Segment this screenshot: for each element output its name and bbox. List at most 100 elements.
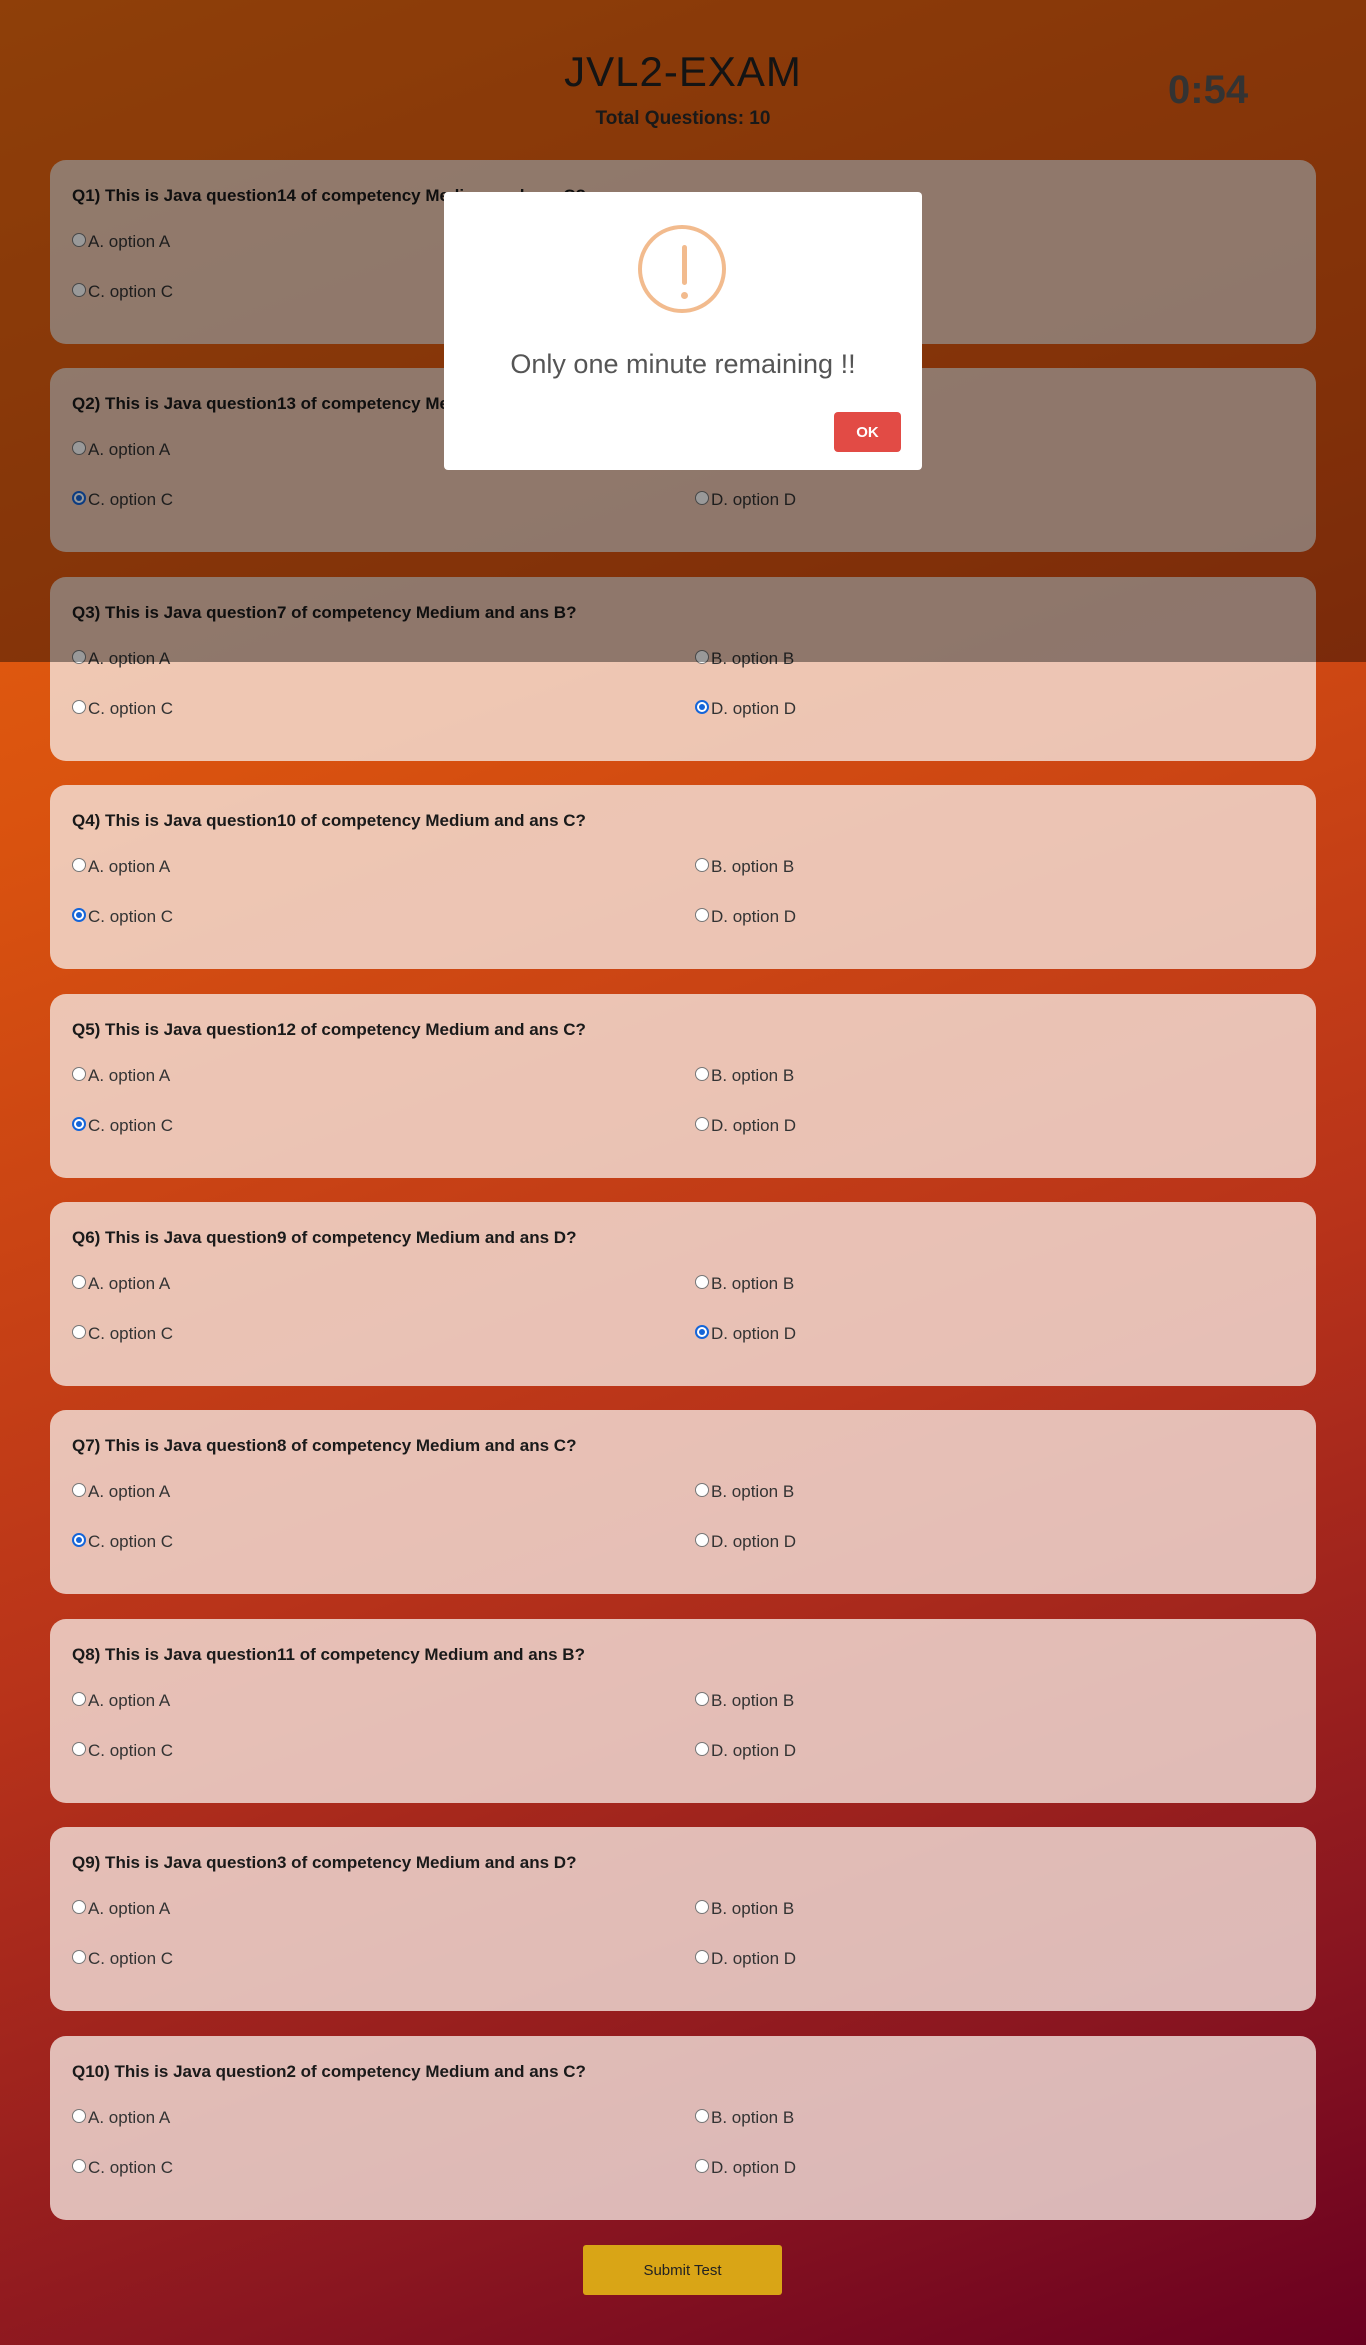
option-label: D. option D xyxy=(711,2158,797,2177)
option-label: A. option A xyxy=(88,1691,171,1710)
option-label: C. option C xyxy=(88,1532,174,1551)
warning-icon xyxy=(638,225,726,313)
answer-option[interactable]: C. option C xyxy=(72,1532,173,1552)
answer-option[interactable]: C. option C xyxy=(72,1741,173,1761)
radio-button[interactable] xyxy=(695,858,709,872)
option-label: D. option D xyxy=(711,1324,797,1343)
option-label: B. option B xyxy=(711,1691,795,1710)
radio-button[interactable] xyxy=(72,1692,86,1706)
answer-option[interactable]: A. option A xyxy=(72,1482,170,1502)
option-label: B. option B xyxy=(711,857,795,876)
answer-option[interactable]: B. option B xyxy=(695,1274,794,1294)
answer-option[interactable]: A. option A xyxy=(72,857,170,877)
option-label: A. option A xyxy=(88,1274,171,1293)
option-label: C. option C xyxy=(88,699,174,718)
option-label: D. option D xyxy=(711,1116,797,1135)
radio-button[interactable] xyxy=(72,700,86,714)
radio-button[interactable] xyxy=(72,1275,86,1289)
radio-button[interactable] xyxy=(695,2159,709,2173)
radio-button[interactable] xyxy=(695,1692,709,1706)
radio-button[interactable] xyxy=(695,1483,709,1497)
alert-dialog: Only one minute remaining !! OK xyxy=(444,192,922,470)
radio-button[interactable] xyxy=(695,1950,709,1964)
option-label: C. option C xyxy=(88,1116,174,1135)
option-label: A. option A xyxy=(88,1066,171,1085)
answer-option[interactable]: C. option C xyxy=(72,1116,173,1136)
question-text: Q8) This is Java question11 of competenc… xyxy=(72,1645,585,1664)
radio-button[interactable] xyxy=(695,908,709,922)
option-label: B. option B xyxy=(711,2108,795,2127)
answer-option[interactable]: D. option D xyxy=(695,1324,796,1344)
submit-test-button[interactable]: Submit Test xyxy=(583,2245,782,2295)
radio-button[interactable] xyxy=(695,1325,709,1339)
answer-option[interactable]: D. option D xyxy=(695,1532,796,1552)
answer-option[interactable]: C. option C xyxy=(72,907,173,927)
option-label: D. option D xyxy=(711,1741,797,1760)
answer-option[interactable]: B. option B xyxy=(695,1691,794,1711)
answer-option[interactable]: B. option B xyxy=(695,1482,794,1502)
radio-button[interactable] xyxy=(72,1325,86,1339)
question-text: Q7) This is Java question8 of competency… xyxy=(72,1436,577,1455)
radio-button[interactable] xyxy=(72,1533,86,1547)
question-text: Q5) This is Java question12 of competenc… xyxy=(72,1020,586,1039)
option-label: A. option A xyxy=(88,1482,171,1501)
answer-option[interactable]: C. option C xyxy=(72,699,173,719)
answer-option[interactable]: C. option C xyxy=(72,1324,173,1344)
radio-button[interactable] xyxy=(695,700,709,714)
ok-button[interactable]: OK xyxy=(834,412,901,452)
question-card: Q10) This is Java question2 of competenc… xyxy=(50,2036,1316,2220)
radio-button[interactable] xyxy=(72,1950,86,1964)
answer-option[interactable]: C. option C xyxy=(72,1949,173,1969)
option-label: B. option B xyxy=(711,1899,795,1918)
answer-option[interactable]: D. option D xyxy=(695,1949,796,1969)
question-card: Q8) This is Java question11 of competenc… xyxy=(50,1619,1316,1803)
radio-button[interactable] xyxy=(695,1275,709,1289)
radio-button[interactable] xyxy=(72,858,86,872)
answer-option[interactable]: A. option A xyxy=(72,1899,170,1919)
option-label: B. option B xyxy=(711,1274,795,1293)
radio-button[interactable] xyxy=(72,908,86,922)
question-text: Q9) This is Java question3 of competency… xyxy=(72,1853,577,1872)
radio-button[interactable] xyxy=(72,2159,86,2173)
radio-button[interactable] xyxy=(72,1483,86,1497)
radio-button[interactable] xyxy=(72,1117,86,1131)
answer-option[interactable]: D. option D xyxy=(695,699,796,719)
question-card: Q9) This is Java question3 of competency… xyxy=(50,1827,1316,2011)
option-label: C. option C xyxy=(88,1324,174,1343)
radio-button[interactable] xyxy=(72,1067,86,1081)
answer-option[interactable]: D. option D xyxy=(695,907,796,927)
radio-button[interactable] xyxy=(695,1900,709,1914)
option-label: D. option D xyxy=(711,1532,797,1551)
question-card: Q6) This is Java question9 of competency… xyxy=(50,1202,1316,1386)
question-card: Q4) This is Java question10 of competenc… xyxy=(50,785,1316,969)
answer-option[interactable]: A. option A xyxy=(72,1691,170,1711)
radio-button[interactable] xyxy=(695,1117,709,1131)
radio-button[interactable] xyxy=(695,1533,709,1547)
question-text: Q6) This is Java question9 of competency… xyxy=(72,1228,577,1247)
option-label: D. option D xyxy=(711,907,797,926)
option-label: D. option D xyxy=(711,699,797,718)
answer-option[interactable]: D. option D xyxy=(695,1116,796,1136)
radio-button[interactable] xyxy=(695,2109,709,2123)
radio-button[interactable] xyxy=(695,1742,709,1756)
question-text: Q10) This is Java question2 of competenc… xyxy=(72,2062,586,2081)
answer-option[interactable]: B. option B xyxy=(695,1066,794,1086)
option-label: D. option D xyxy=(711,1949,797,1968)
answer-option[interactable]: D. option D xyxy=(695,2158,796,2178)
option-label: C. option C xyxy=(88,1741,174,1760)
answer-option[interactable]: A. option A xyxy=(72,1066,170,1086)
answer-option[interactable]: D. option D xyxy=(695,1741,796,1761)
option-label: C. option C xyxy=(88,1949,174,1968)
answer-option[interactable]: A. option A xyxy=(72,1274,170,1294)
question-card: Q5) This is Java question12 of competenc… xyxy=(50,994,1316,1178)
answer-option[interactable]: B. option B xyxy=(695,2108,794,2128)
answer-option[interactable]: C. option C xyxy=(72,2158,173,2178)
option-label: C. option C xyxy=(88,2158,174,2177)
radio-button[interactable] xyxy=(72,1900,86,1914)
radio-button[interactable] xyxy=(72,1742,86,1756)
answer-option[interactable]: B. option B xyxy=(695,857,794,877)
answer-option[interactable]: B. option B xyxy=(695,1899,794,1919)
radio-button[interactable] xyxy=(72,2109,86,2123)
answer-option[interactable]: A. option A xyxy=(72,2108,170,2128)
radio-button[interactable] xyxy=(695,1067,709,1081)
